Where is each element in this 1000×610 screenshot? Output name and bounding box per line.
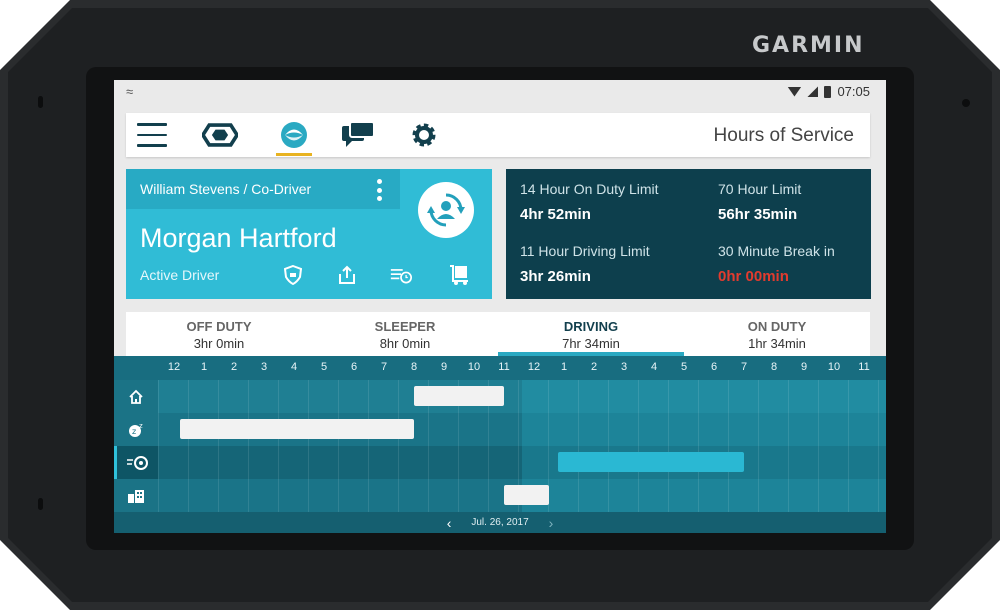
active-tab-indicator	[276, 153, 312, 156]
wifi-icon	[787, 86, 802, 97]
hour-label: 12	[167, 361, 181, 373]
hour-label: 9	[800, 361, 808, 373]
building-icon	[114, 479, 158, 512]
svg-text:z: z	[132, 427, 136, 436]
next-day-icon[interactable]: ›	[549, 515, 554, 531]
hour-label: 2	[590, 361, 598, 373]
on-duty-limit: 14 Hour On Duty Limit 4hr 52min	[520, 181, 659, 223]
hos-limits-panel: 14 Hour On Duty Limit 4hr 52min 70 Hour …	[506, 169, 871, 299]
page-title: Hours of Service	[713, 125, 854, 146]
hour-label: 2	[230, 361, 238, 373]
duty-log-graph: 12 1 2 3 4 5 6 7 8 9 10 11 12 1 2 3 4 5 6 7 8 9 10 11 zz ‹ Jul.…	[114, 356, 886, 533]
hour-label: 10	[467, 361, 481, 373]
driver-role-label: Active Driver	[140, 267, 220, 283]
hour-label: 4	[650, 361, 658, 373]
duty-segment-driving[interactable]	[558, 452, 744, 472]
hour-label: 3	[260, 361, 268, 373]
duty-segment-on-duty[interactable]	[504, 485, 549, 505]
clock: 07:05	[837, 84, 870, 99]
swap-driver-button[interactable]	[418, 182, 474, 238]
active-driver-name: Morgan Hartford	[140, 223, 337, 253]
hour-label: 11	[498, 361, 510, 373]
side-button-lower	[38, 498, 43, 510]
hour-label: 11	[858, 361, 870, 373]
svg-text:z: z	[139, 422, 143, 430]
driver-card: William Stevens / Co-Driver Morgan Hartf…	[126, 169, 492, 299]
gear-icon[interactable]	[406, 119, 442, 151]
tab-driving[interactable]: DRIVING 7hr 34min	[498, 312, 684, 356]
hos-swirl-icon[interactable]	[276, 119, 312, 151]
log-grid	[158, 380, 886, 512]
hour-label: 12	[527, 361, 541, 373]
hour-label: 8	[410, 361, 418, 373]
hour-label: 4	[290, 361, 298, 373]
hour-label: 7	[740, 361, 748, 373]
hour-label: 5	[680, 361, 688, 373]
hour-label: 9	[440, 361, 448, 373]
more-options-icon[interactable]	[374, 179, 384, 201]
side-button-upper	[38, 96, 43, 108]
steering-wheel-icon	[114, 446, 158, 479]
cart-icon[interactable]	[448, 264, 470, 286]
hour-axis: 12 1 2 3 4 5 6 7 8 9 10 11 12 1 2 3 4 5 6 7 8 9 10 11	[114, 356, 886, 380]
battery-icon	[824, 85, 832, 98]
hour-label: 5	[320, 361, 328, 373]
hour-label: 6	[350, 361, 358, 373]
duty-segment-off-duty[interactable]	[414, 386, 504, 406]
tab-on-duty[interactable]: ON DUTY 1hr 34min	[684, 312, 870, 356]
cycle-limit: 70 Hour Limit 56hr 35min	[718, 181, 802, 223]
shield-icon[interactable]	[282, 264, 304, 286]
light-sensor	[962, 99, 970, 107]
co-driver-label: William Stevens / Co-Driver	[140, 181, 312, 197]
driving-limit: 11 Hour Driving Limit 3hr 26min	[520, 243, 650, 285]
hour-label: 1	[200, 361, 208, 373]
screen: ≈ 07:05 Hours of Service William Stevens…	[114, 80, 886, 533]
status-bar: ≈ 07:05	[114, 80, 886, 104]
brand-logo: GARMIN	[752, 33, 865, 58]
chat-icon[interactable]	[340, 119, 376, 151]
break-limit: 30 Minute Break in 0hr 00min	[718, 243, 835, 285]
hour-label: 10	[827, 361, 841, 373]
sleep-icon: zz	[114, 413, 158, 446]
hour-label: 8	[770, 361, 778, 373]
logs-icon[interactable]	[390, 264, 412, 286]
log-date: Jul. 26, 2017	[471, 517, 529, 528]
share-icon[interactable]	[336, 264, 358, 286]
hour-label: 3	[620, 361, 628, 373]
notification-icon: ≈	[126, 84, 134, 99]
hexagon-nav-icon[interactable]	[202, 119, 238, 151]
date-navigator: ‹ Jul. 26, 2017 ›	[114, 512, 886, 533]
menu-icon[interactable]	[134, 119, 170, 151]
driver-card-header: William Stevens / Co-Driver	[126, 169, 400, 209]
hour-label: 1	[560, 361, 568, 373]
duty-status-tabs: OFF DUTY 3hr 0min SLEEPER 8hr 0min DRIVI…	[126, 312, 870, 356]
duty-segment-sleeper[interactable]	[180, 419, 414, 439]
tab-off-duty[interactable]: OFF DUTY 3hr 0min	[126, 312, 312, 356]
previous-day-icon[interactable]: ‹	[447, 515, 452, 531]
home-icon	[114, 380, 158, 413]
signal-icon	[807, 86, 819, 97]
hour-label: 7	[380, 361, 388, 373]
top-toolbar: Hours of Service	[126, 113, 870, 157]
tab-sleeper[interactable]: SLEEPER 8hr 0min	[312, 312, 498, 356]
hour-label: 6	[710, 361, 718, 373]
